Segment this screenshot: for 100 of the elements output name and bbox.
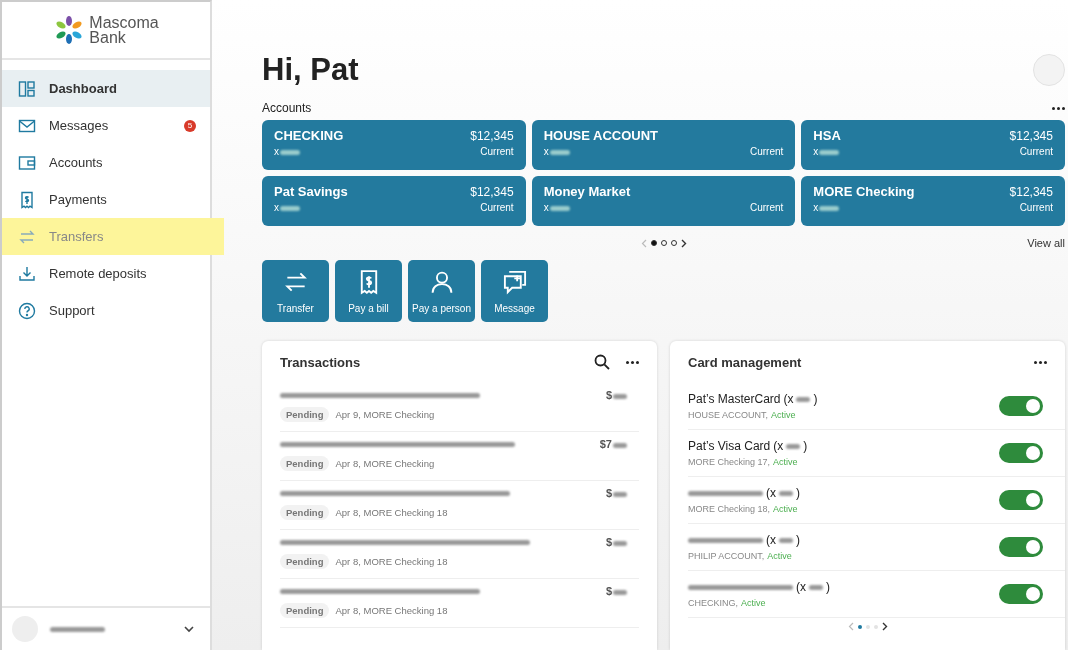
nav-item[interactable]: Dashboard	[2, 70, 210, 107]
help-icon	[18, 301, 36, 320]
account-name: Money Market	[543, 184, 631, 199]
account-status: Current	[1019, 202, 1053, 213]
card-number: (x	[773, 439, 784, 453]
redacted-number	[549, 205, 570, 211]
redacted-number	[779, 537, 793, 543]
account-tile[interactable]: Money Market x Current	[531, 176, 796, 226]
account-tile[interactable]: CHECKING $12,345 x Current	[262, 120, 526, 170]
account-name: MORE Checking	[813, 184, 915, 199]
redacted-number	[809, 584, 823, 590]
account-tile[interactable]: MORE Checking $12,345 x Current	[801, 176, 1065, 226]
account-status: Current	[480, 146, 514, 157]
card-state: Active	[767, 551, 792, 561]
amount: $	[605, 536, 612, 548]
card-state: Active	[741, 598, 766, 608]
chevron-down-icon[interactable]	[184, 625, 194, 633]
panel-title: Transactions	[280, 354, 361, 370]
account-number: x	[543, 146, 549, 157]
amount: $	[605, 389, 612, 401]
redacted-amount	[613, 393, 627, 399]
redacted-number	[779, 490, 793, 496]
chevron-right-icon[interactable]	[680, 238, 687, 248]
transaction-detail: Apr 8, MORE Checking 18	[335, 605, 448, 616]
nav-item[interactable]: Payments	[2, 181, 210, 218]
greeting: Hi, Pat	[262, 52, 359, 88]
nav-item[interactable]: Support	[2, 292, 210, 329]
nav-item[interactable]: Accounts	[2, 144, 210, 181]
page-dot[interactable]	[857, 624, 862, 629]
card-number: (x	[766, 486, 776, 500]
nav-item[interactable]: Messages 5	[2, 107, 210, 144]
card-number: (x	[766, 533, 776, 547]
linked-account: MORE Checking 18,	[688, 504, 771, 514]
redacted-number	[796, 396, 811, 402]
more-options-icon[interactable]	[1034, 360, 1047, 364]
card-number-close: )	[813, 392, 818, 406]
card-number-close: )	[803, 439, 808, 453]
account-balance: $12,345	[1009, 128, 1053, 143]
page-dot[interactable]	[873, 624, 878, 629]
quick-action-button[interactable]: Pay a bill	[335, 260, 402, 322]
account-number: x	[543, 202, 549, 213]
card-name: Pat’s MasterCard	[688, 392, 781, 406]
card-toggle[interactable]	[999, 584, 1043, 604]
redacted-number	[280, 205, 300, 211]
card-number-close: )	[796, 533, 800, 547]
search-icon[interactable]	[594, 354, 610, 370]
message-icon	[501, 268, 528, 295]
redacted-number	[819, 149, 840, 155]
card-number-close: )	[796, 486, 800, 500]
account-balance: $12,345	[470, 184, 514, 199]
card-toggle[interactable]	[999, 537, 1043, 557]
quick-action-button[interactable]: Transfer	[262, 260, 329, 322]
redacted-number	[280, 149, 300, 155]
redacted-number	[786, 443, 801, 449]
card-state: Active	[771, 410, 796, 420]
section-title: Accounts	[262, 101, 312, 115]
transaction-detail: Apr 8, MORE Checking	[335, 458, 435, 469]
account-number: x	[813, 202, 819, 213]
transaction-detail: Apr 9, MORE Checking	[335, 409, 435, 420]
quick-action-button[interactable]: Pay a person	[408, 260, 475, 322]
nav-item[interactable]: Transfers	[2, 218, 224, 255]
redacted-number	[549, 149, 570, 155]
account-tile[interactable]: HSA $12,345 x Current	[801, 120, 1065, 170]
card-toggle[interactable]	[999, 443, 1043, 463]
account-status: Current	[749, 146, 784, 157]
quick-action-button[interactable]: Message	[481, 260, 548, 322]
wallet-icon	[18, 153, 36, 172]
card-toggle[interactable]	[999, 490, 1043, 510]
account-tile[interactable]: Pat Savings $12,345 x Current	[262, 176, 526, 226]
more-options-icon[interactable]	[1052, 106, 1065, 110]
account-tile[interactable]: HOUSE ACCOUNT x Current	[531, 120, 796, 170]
nav-item[interactable]: Remote deposits	[2, 255, 210, 292]
linked-account: CHECKING,	[688, 598, 738, 608]
card-name: Pat’s Visa Card	[688, 439, 771, 453]
linked-account: HOUSE ACCOUNT,	[688, 410, 768, 420]
amount: $7	[599, 438, 612, 450]
more-options-icon[interactable]	[626, 360, 639, 364]
pending-tag: Pending	[280, 505, 330, 520]
account-number: x	[274, 146, 279, 157]
pending-tag: Pending	[280, 456, 330, 471]
card-number: (x	[783, 392, 794, 406]
account-status: Current	[1019, 146, 1053, 157]
account-status: Current	[480, 202, 514, 213]
account-name: HOUSE ACCOUNT	[543, 128, 658, 143]
redacted-user-name	[50, 626, 105, 632]
card-number: (x	[796, 580, 806, 594]
page-dot[interactable]	[865, 624, 870, 629]
amount: $	[605, 585, 612, 597]
page-dot[interactable]	[650, 240, 657, 246]
card-toggle[interactable]	[999, 396, 1043, 416]
redacted-amount	[613, 589, 627, 595]
account-balance: $12,345	[470, 128, 514, 143]
view-all-link[interactable]: View all	[1027, 237, 1065, 249]
card-state: Active	[773, 504, 798, 514]
pending-tag: Pending	[280, 603, 330, 618]
linked-account: MORE Checking 17,	[688, 457, 771, 467]
chevron-right-icon[interactable]	[881, 622, 888, 631]
account-name: CHECKING	[274, 128, 344, 143]
bank-name: Mascoma Bank	[89, 15, 159, 45]
account-name: Pat Savings	[274, 184, 348, 199]
